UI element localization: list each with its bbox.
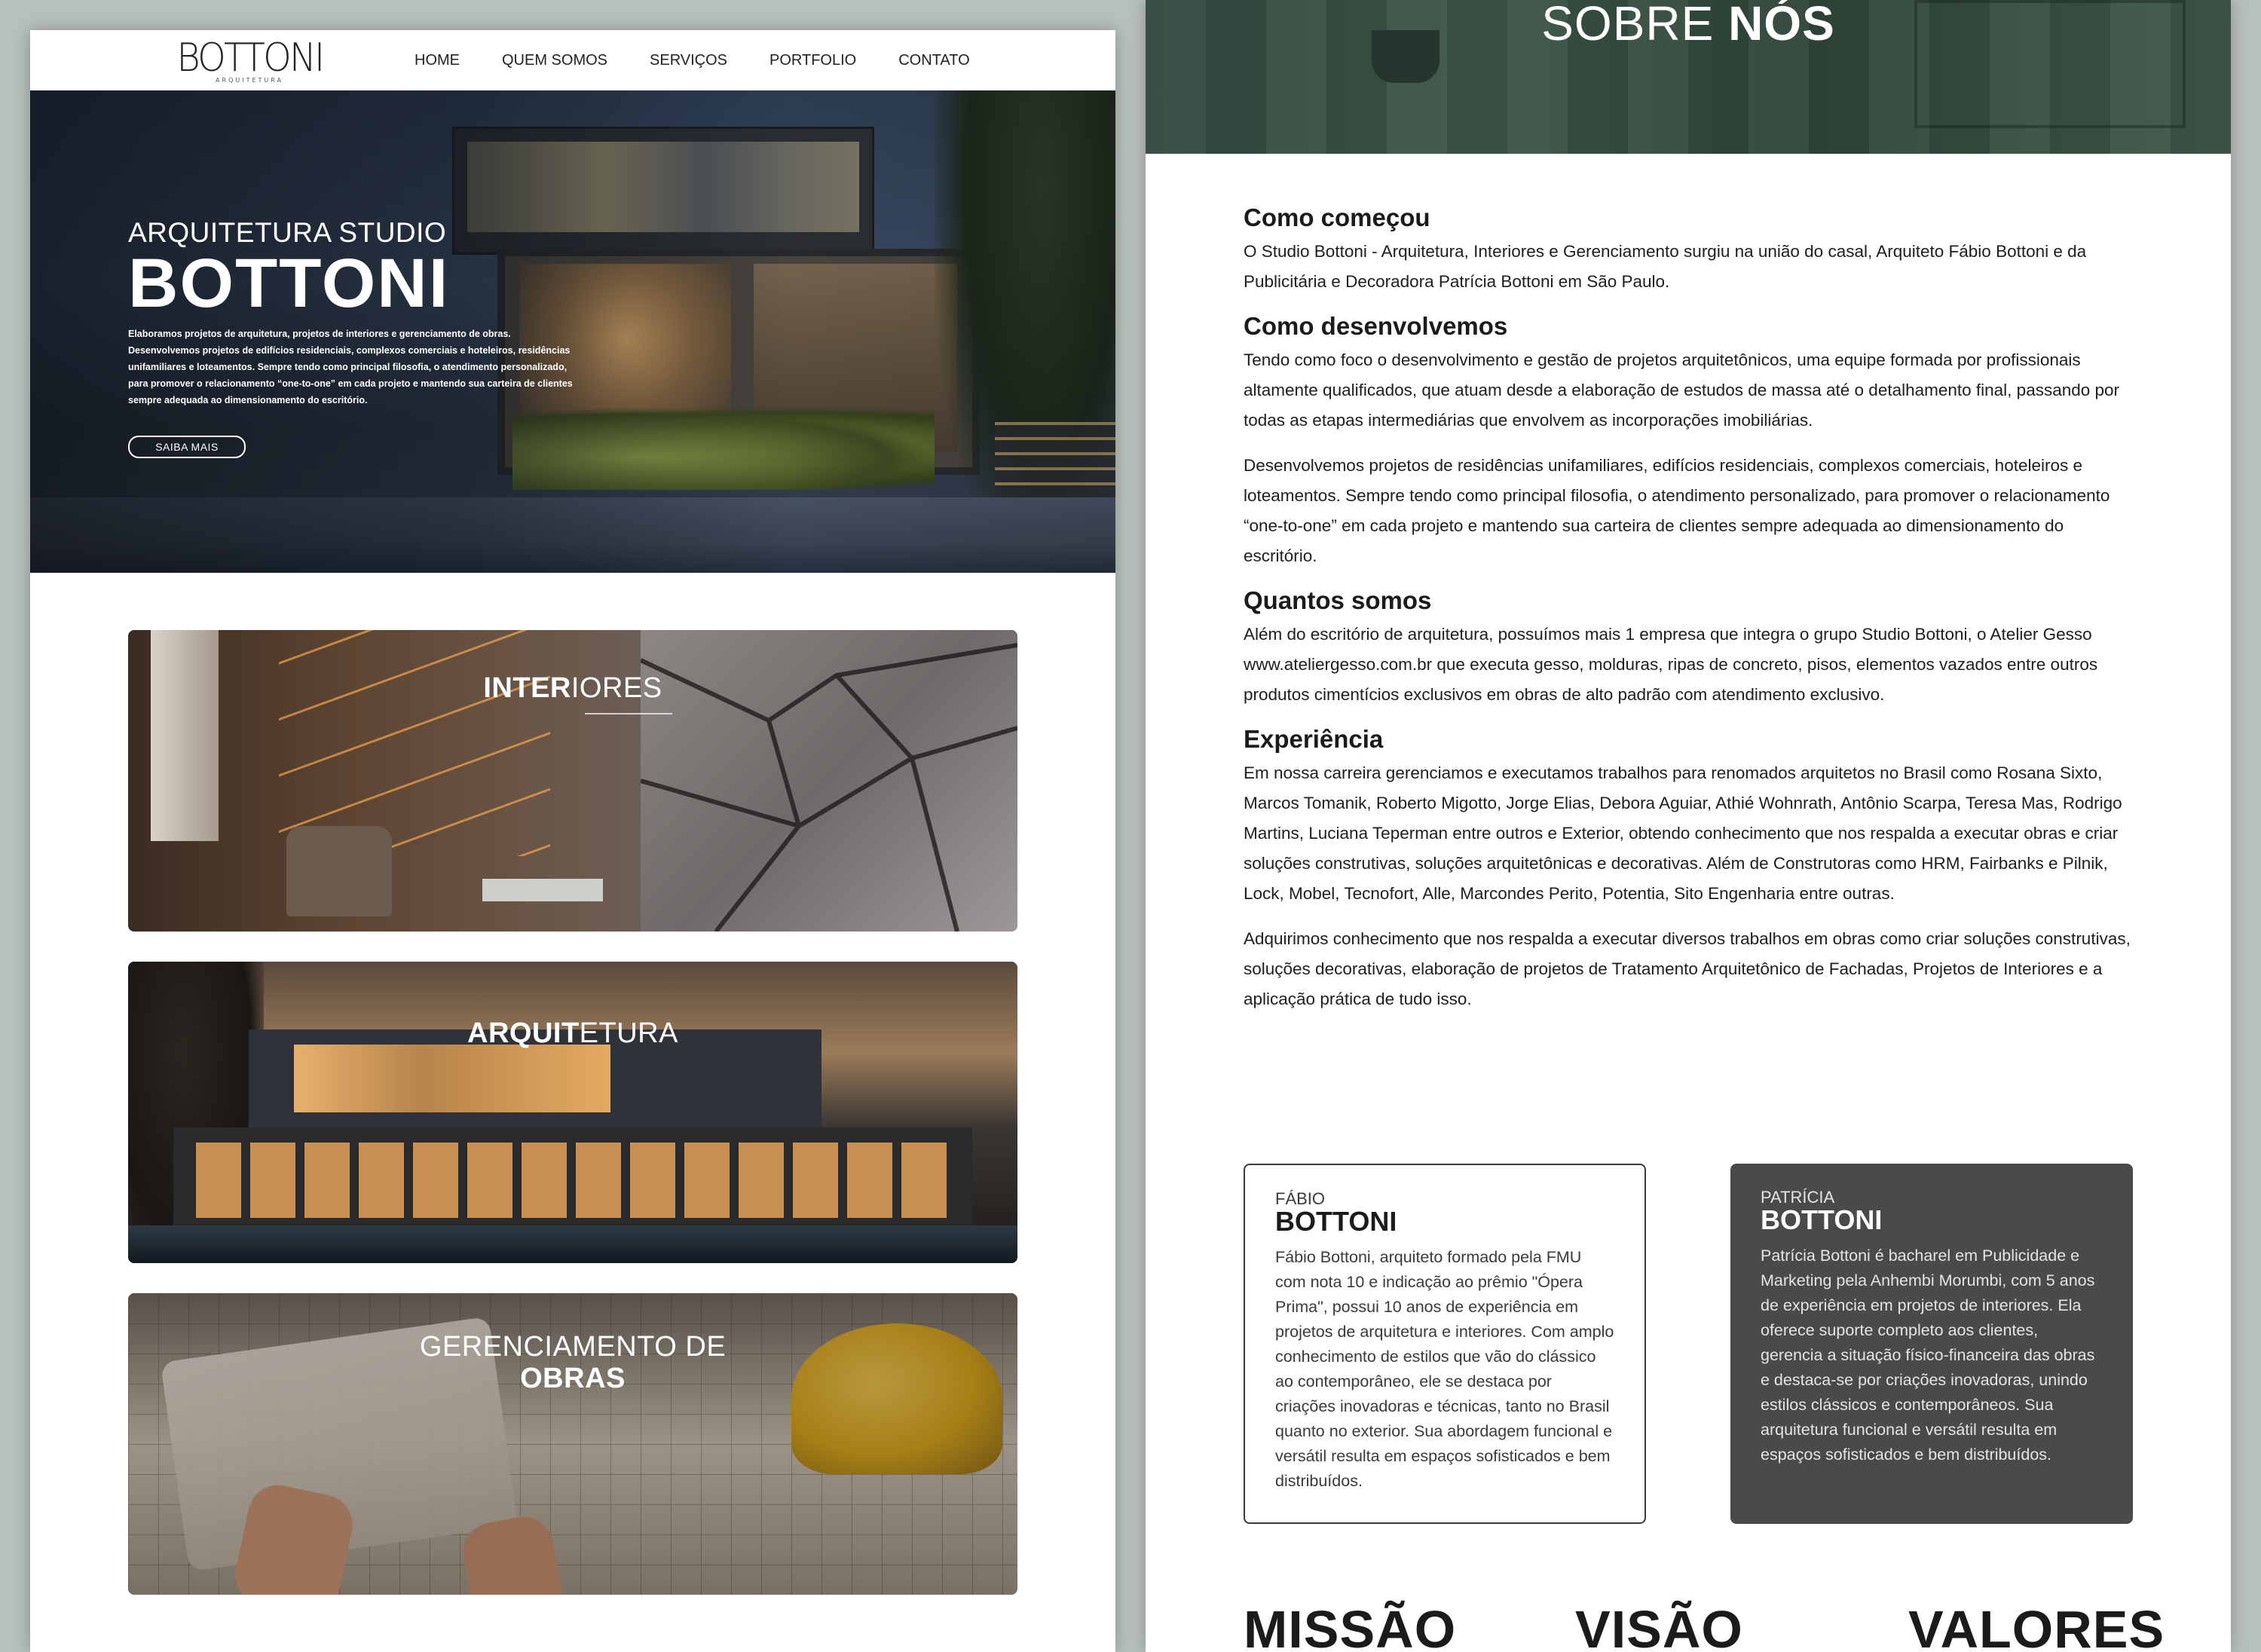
arquitetura-image-lower-windows — [196, 1143, 950, 1218]
section-title: Experiência — [1244, 725, 1384, 753]
section-quantos-somos: Quantos somos Além do escritório de arqu… — [1244, 586, 2133, 710]
section-paragraph: Desenvolvemos projetos de residências un… — [1244, 456, 2110, 565]
sobre-nos-banner: SOBRE NÓS — [1146, 0, 2231, 154]
section-como-comecou: Como começou O Studio Bottoni - Arquitet… — [1244, 203, 2133, 297]
saiba-mais-button[interactable]: SAIBA MAIS — [128, 436, 246, 458]
interiores-image-table — [482, 879, 603, 901]
section-title: Como desenvolvemos — [1244, 312, 1508, 340]
interiores-underline — [585, 713, 672, 714]
interiores-title-thin: IORES — [571, 672, 662, 704]
hero-text-block: ARQUITETURA STUDIO BOTTONI Elaboramos pr… — [128, 217, 595, 458]
arquitetura-image-pool — [128, 1225, 1017, 1263]
nav-portfolio[interactable]: PORTFOLIO — [769, 52, 856, 69]
section-paragraph: Adquirimos conhecimento que nos respalda… — [1244, 929, 2131, 1008]
nav-contato[interactable]: CONTATO — [898, 52, 969, 69]
service-card-gerenciamento[interactable]: GERENCIAMENTO DE OBRAS — [128, 1293, 1017, 1595]
home-page: BOTTONI ARQUITETURA HOME QUEM SOMOS SERV… — [30, 30, 1115, 1652]
nav-home[interactable]: HOME — [415, 52, 460, 69]
bottoni-logo[interactable]: BOTTONI ARQUITETURA — [170, 36, 329, 84]
sobre-nos-title: SOBRE NÓS — [1146, 0, 2231, 51]
sobre-nos-title-bold: NÓS — [1728, 0, 1835, 50]
nav-quem-somos[interactable]: QUEM SOMOS — [502, 52, 607, 69]
interiores-title-bold: INTER — [483, 672, 571, 704]
profile-bio: Patrícia Bottoni é bacharel em Publicida… — [1761, 1247, 2095, 1464]
interiores-title: INTERIORES — [128, 672, 1017, 705]
profile-first-name: FÁBIO — [1275, 1189, 1326, 1208]
gerenciamento-title-line1: GERENCIAMENTO DE — [419, 1331, 727, 1363]
heading-valores: VALORES — [1908, 1600, 2165, 1652]
profile-card-fabio: FÁBIO BOTTONI Fábio Bottoni, arquiteto f… — [1244, 1164, 1646, 1524]
nav-servicos[interactable]: SERVIÇOS — [650, 52, 727, 69]
profile-card-patricia: PATRÍCIA BOTTONI Patrícia Bottoni é bach… — [1730, 1164, 2133, 1524]
top-navbar: BOTTONI ARQUITETURA HOME QUEM SOMOS SERV… — [30, 30, 1115, 90]
profile-first-name: PATRÍCIA — [1761, 1188, 1835, 1207]
arquitetura-title-thin: ETURA — [579, 1017, 678, 1049]
section-title: Quantos somos — [1244, 586, 1432, 614]
arquitetura-title-bold: ARQUIT — [467, 1017, 580, 1049]
gerenciamento-title: GERENCIAMENTO DE OBRAS — [128, 1331, 1017, 1394]
section-title: Como começou — [1244, 203, 1430, 231]
profile-last-name: BOTTONI — [1275, 1206, 1397, 1237]
profile-bio: Fábio Bottoni, arquiteto formado pela FM… — [1275, 1248, 1614, 1490]
section-paragraph: Tendo como foco o desenvolvimento e gest… — [1244, 350, 2120, 430]
section-experiencia: Experiência Em nossa carreira gerenciamo… — [1244, 725, 2133, 1014]
interiores-image-window — [151, 630, 219, 841]
section-paragraph: Além do escritório de arquitetura, possu… — [1244, 625, 2098, 704]
heading-visao: VISÃO — [1575, 1600, 1743, 1652]
sobre-nos-page: SOBRE NÓS Como começou O Studio Bottoni … — [1146, 0, 2231, 1652]
hero-kicker: ARQUITETURA STUDIO — [128, 217, 447, 248]
arquitetura-image-upper-windows — [294, 1045, 610, 1112]
service-card-arquitetura[interactable]: ARQUITETURA — [128, 962, 1017, 1263]
about-content: Como começou O Studio Bottoni - Arquitet… — [1244, 203, 2133, 1029]
service-card-interiores[interactable]: INTERIORES — [128, 630, 1017, 932]
hero-title: BOTTONI — [128, 245, 450, 322]
section-paragraph: Em nossa carreira gerenciamos e executam… — [1244, 763, 2122, 903]
hero-description: Elaboramos projetos de arquitetura, proj… — [128, 329, 573, 405]
interiores-image-light-strips — [279, 630, 550, 856]
logo-text: BOTTONI — [176, 35, 325, 81]
profile-last-name: BOTTONI — [1761, 1204, 1883, 1235]
hero-banner: ARQUITETURA STUDIO BOTTONI Elaboramos pr… — [30, 90, 1115, 573]
heading-missao: MISSÃO — [1244, 1600, 1457, 1652]
main-nav: HOME QUEM SOMOS SERVIÇOS PORTFOLIO CONTA… — [415, 30, 970, 90]
interiores-image-chair — [286, 826, 392, 916]
section-paragraph: O Studio Bottoni - Arquitetura, Interior… — [1244, 242, 2087, 291]
section-como-desenvolvemos: Como desenvolvemos Tendo como foco o des… — [1244, 312, 2133, 571]
gerenciamento-title-line2: OBRAS — [520, 1363, 626, 1394]
arquitetura-title: ARQUITETURA — [128, 1017, 1017, 1050]
sobre-nos-title-light: SOBRE — [1541, 0, 1729, 50]
